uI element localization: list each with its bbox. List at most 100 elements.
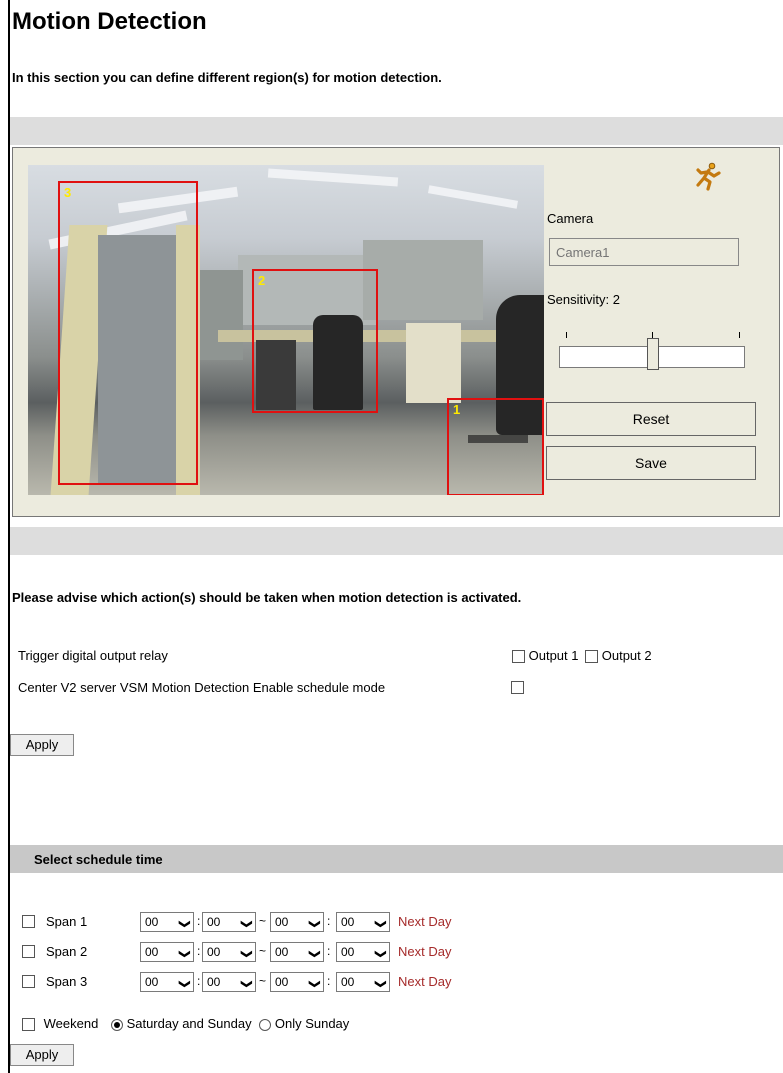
- actions-heading: Please advise which action(s) should be …: [12, 590, 522, 605]
- camera-view[interactable]: 3 2 1: [28, 165, 544, 495]
- weekend-radio-sat-sun[interactable]: [110, 1018, 123, 1031]
- camera-label: Camera: [547, 211, 594, 226]
- select-value: 00: [275, 975, 289, 989]
- end-minute-select[interactable]: 00 ❯: [336, 972, 390, 992]
- relay-label: Trigger digital output relay: [18, 648, 168, 663]
- cubicle-wall: [198, 270, 243, 360]
- select-value: 00: [341, 915, 355, 929]
- span-label: Span 1: [46, 914, 88, 929]
- start-hour-select[interactable]: 00 ❯: [140, 912, 194, 932]
- chevron-down-icon: ❯: [374, 979, 387, 989]
- end-minute-select[interactable]: 00 ❯: [336, 942, 390, 962]
- time-separator: :: [197, 914, 201, 928]
- select-value: 00: [145, 945, 159, 959]
- span-checkbox[interactable]: [22, 975, 35, 988]
- motion-region-1[interactable]: 1: [447, 398, 544, 495]
- weekend-label: Weekend: [43, 1016, 99, 1031]
- start-hour-select[interactable]: 00 ❯: [140, 942, 194, 962]
- next-day-label: Next Day: [398, 974, 452, 989]
- schedule-header: Select schedule time: [34, 852, 163, 867]
- schedule-header-bar: Select schedule time: [10, 845, 783, 873]
- chevron-down-icon: ❯: [240, 949, 253, 959]
- schedule-apply-button[interactable]: Apply: [10, 1044, 74, 1066]
- save-button[interactable]: Save: [546, 446, 756, 480]
- file-cabinet: [406, 323, 461, 403]
- next-day-label: Next Day: [398, 914, 452, 929]
- time-separator: :: [197, 944, 201, 958]
- chevron-down-icon: ❯: [178, 949, 191, 959]
- weekend-option-label: Saturday and Sunday: [126, 1016, 252, 1031]
- separator-band-bottom: [10, 527, 783, 555]
- weekend-checkbox[interactable]: [22, 1018, 35, 1032]
- chevron-down-icon: ❯: [240, 979, 253, 989]
- select-value: 00: [207, 945, 221, 959]
- intro-text: In this section you can define different…: [12, 70, 442, 85]
- range-separator: ~: [259, 944, 267, 958]
- start-minute-select[interactable]: 00 ❯: [202, 942, 256, 962]
- slider-tick: [566, 332, 567, 338]
- select-value: 00: [341, 945, 355, 959]
- sensitivity-label: Sensitivity: 2: [547, 292, 620, 307]
- output1-label: Output 1: [528, 648, 579, 663]
- time-separator: :: [327, 974, 331, 988]
- chevron-down-icon: ❯: [240, 919, 253, 929]
- span-row: Span 3 00 ❯:00 ❯ ~00 ❯:00 ❯ Next Day: [22, 972, 522, 994]
- select-value: 00: [207, 915, 221, 929]
- chevron-down-icon: ❯: [308, 979, 321, 989]
- end-minute-select[interactable]: 00 ❯: [336, 912, 390, 932]
- start-hour-select[interactable]: 00 ❯: [140, 972, 194, 992]
- chevron-down-icon: ❯: [308, 949, 321, 959]
- motion-region-2[interactable]: 2: [252, 269, 378, 413]
- select-value: 00: [275, 945, 289, 959]
- span-checkbox[interactable]: [22, 915, 35, 928]
- select-value: 00: [207, 975, 221, 989]
- time-separator: :: [327, 914, 331, 928]
- slider-tick: [739, 332, 740, 338]
- time-separator: :: [327, 944, 331, 958]
- region-number: 1: [453, 402, 461, 417]
- span-row: Span 1 00 ❯:00 ❯ ~00 ❯:00 ❯ Next Day: [22, 912, 522, 934]
- span-label: Span 3: [46, 974, 88, 989]
- actions-apply-button[interactable]: Apply: [10, 734, 74, 756]
- start-minute-select[interactable]: 00 ❯: [202, 972, 256, 992]
- ceiling-light: [267, 168, 399, 187]
- select-value: 00: [275, 915, 289, 929]
- sensitivity-slider-thumb[interactable]: [647, 338, 659, 370]
- select-value: 00: [145, 975, 159, 989]
- output-options: Output 1 Output 2: [512, 648, 652, 664]
- end-hour-select[interactable]: 00 ❯: [270, 972, 324, 992]
- page-title: Motion Detection: [12, 8, 207, 35]
- reset-button[interactable]: Reset: [546, 402, 756, 436]
- motion-region-3[interactable]: 3: [58, 181, 198, 485]
- output2-checkbox[interactable]: [585, 650, 599, 664]
- select-value: 00: [145, 915, 159, 929]
- next-day-label: Next Day: [398, 944, 452, 959]
- span-row: Span 2 00 ❯:00 ❯ ~00 ❯:00 ❯ Next Day: [22, 942, 522, 964]
- chevron-down-icon: ❯: [374, 919, 387, 929]
- weekend-radio-sunday[interactable]: [259, 1018, 272, 1031]
- separator-band-top: [10, 117, 783, 145]
- vsm-schedule-checkbox[interactable]: [511, 681, 524, 694]
- time-separator: :: [197, 974, 201, 988]
- weekend-option-label: Only Sunday: [274, 1016, 350, 1031]
- region-number: 2: [258, 273, 266, 288]
- region-number: 3: [64, 185, 72, 200]
- span-checkbox[interactable]: [22, 945, 35, 958]
- vsm-label: Center V2 server VSM Motion Detection En…: [18, 680, 386, 695]
- chevron-down-icon: ❯: [308, 919, 321, 929]
- camera-name-input[interactable]: [549, 238, 739, 266]
- select-value: 00: [341, 975, 355, 989]
- output2-label: Output 2: [601, 648, 652, 663]
- weekend-row: Weekend Saturday and Sunday Only Sunday: [22, 1016, 622, 1038]
- running-man-icon: [696, 162, 721, 191]
- end-hour-select[interactable]: 00 ❯: [270, 942, 324, 962]
- end-hour-select[interactable]: 00 ❯: [270, 912, 324, 932]
- chevron-down-icon: ❯: [374, 949, 387, 959]
- chevron-down-icon: ❯: [178, 919, 191, 929]
- start-minute-select[interactable]: 00 ❯: [202, 912, 256, 932]
- range-separator: ~: [259, 974, 267, 988]
- range-separator: ~: [259, 914, 267, 928]
- cubicle-wall: [363, 240, 483, 320]
- output1-checkbox[interactable]: [512, 650, 525, 664]
- ceiling-light: [427, 185, 519, 209]
